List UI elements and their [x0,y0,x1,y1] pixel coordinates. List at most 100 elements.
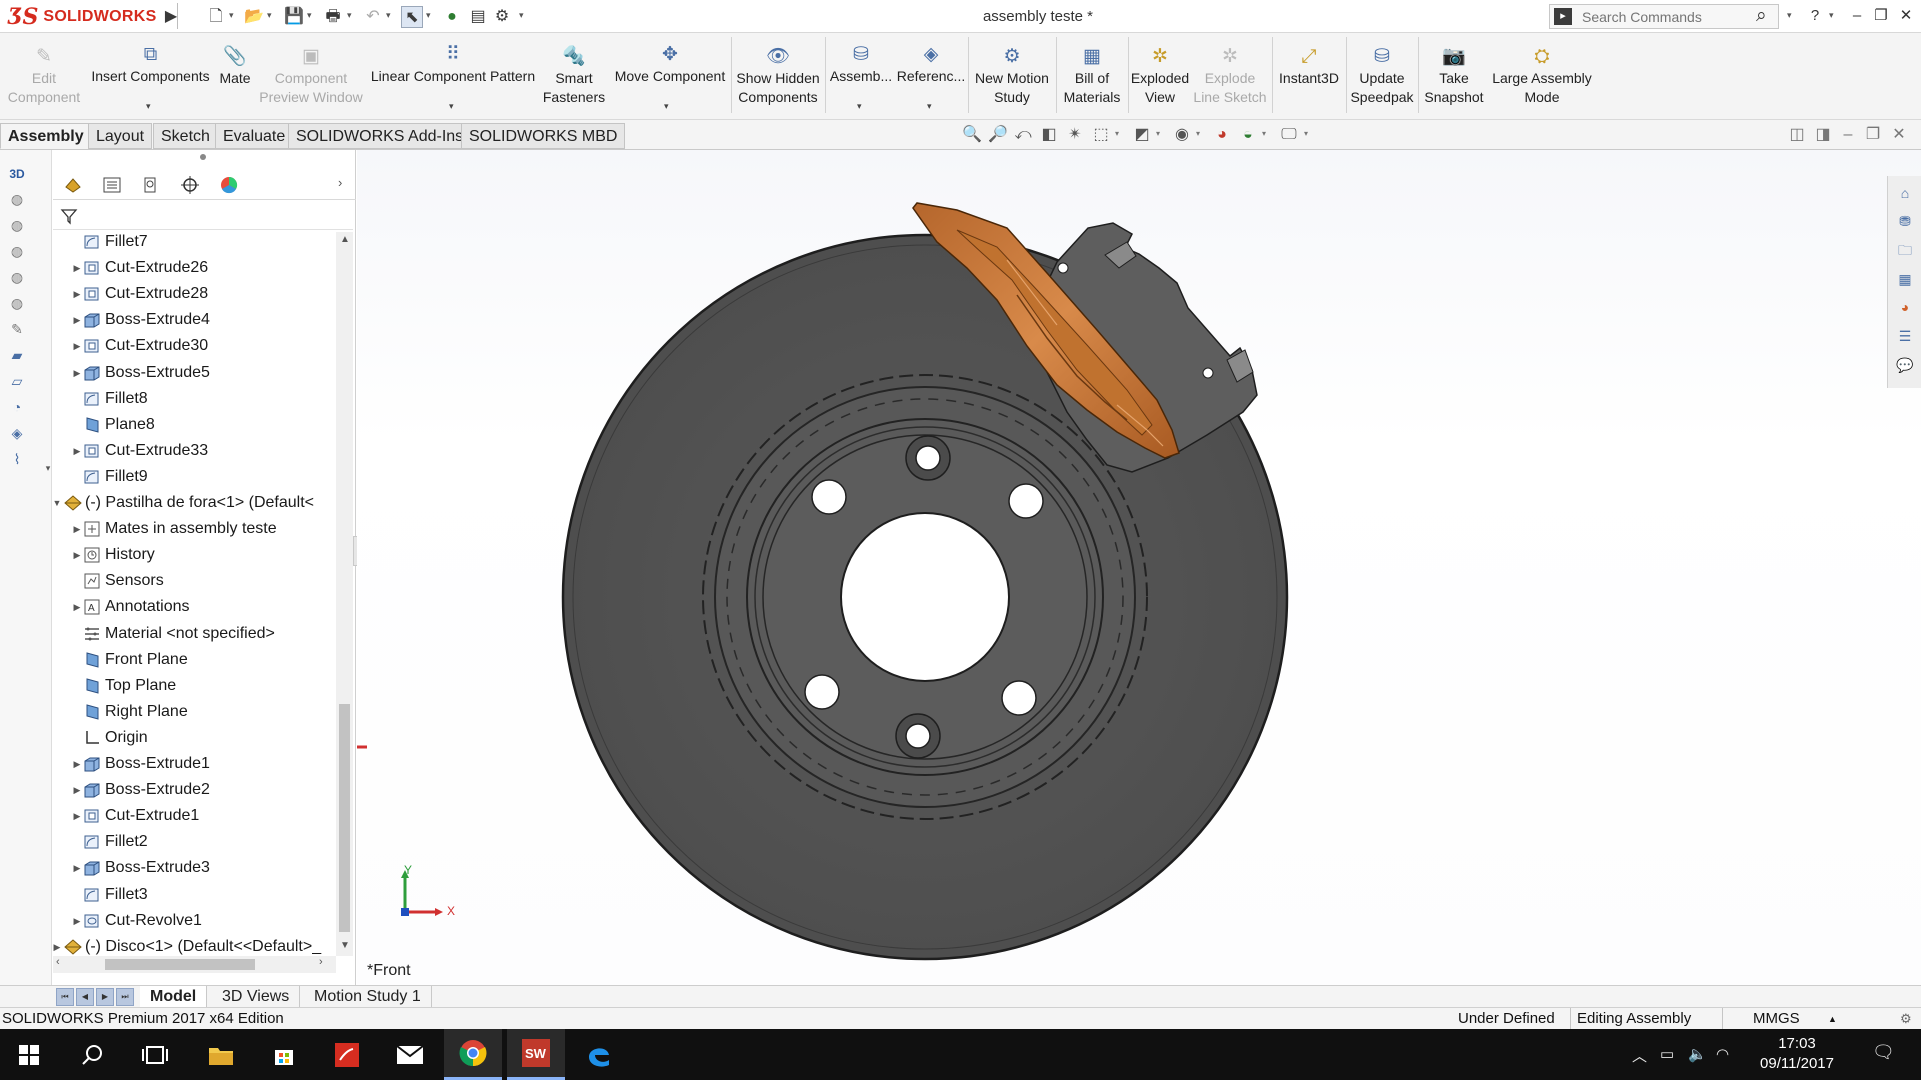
previous-tab-icon[interactable]: ◀ [76,988,94,1006]
minimize-icon[interactable]: – [1846,5,1868,27]
edge-button[interactable] [570,1029,628,1080]
close-icon[interactable]: ✕ [1895,5,1917,27]
chevron-down-icon[interactable]: ▾ [1196,129,1200,138]
restore-icon[interactable]: ❐ [1870,5,1892,27]
search-button[interactable] [63,1029,121,1080]
doc-restore-icon[interactable]: ❐ [1862,124,1884,146]
expand-arrow-icon[interactable]: ▶ [71,341,83,352]
tree-item[interactable]: ▶ Cut-Revolve1 [53,908,333,934]
view-settings-icon[interactable]: 🖵 [1278,124,1300,146]
expand-arrow-icon[interactable]: ▶ [71,916,83,927]
tile-right-icon[interactable]: ◨ [1812,124,1834,146]
expand-arrow-icon[interactable]: ▶ [51,942,63,953]
tree-item[interactable]: ▶ History [53,542,333,568]
explode-line-sketch-button[interactable]: ✲ Explode Line Sketch [1192,35,1268,117]
design-library-icon[interactable]: ⛃ [1895,211,1915,231]
zoom-to-fit-icon[interactable]: 🔍 [961,124,983,146]
battery-icon[interactable]: ▭ [1660,1045,1674,1063]
expand-arrow-icon[interactable]: ▶ [71,759,83,770]
expand-arrow-icon[interactable]: ▶ [71,602,83,613]
doc-minimize-icon[interactable]: – [1837,124,1859,146]
task-view-button[interactable] [126,1029,184,1080]
model-view[interactable] [357,150,1921,985]
scroll-right-icon[interactable]: › [319,956,323,968]
component-preview-window-button[interactable]: ▣ Component Preview Window [258,35,364,117]
show-hidden-components-button[interactable]: 👁 Show Hidden Components [735,35,821,117]
search-icon[interactable]: ⌕ [1756,5,1767,27]
next-tab-icon[interactable]: ▶ [96,988,114,1006]
chrome-button[interactable] [444,1029,502,1080]
tree-item[interactable]: ▶ Cut-Extrude33 [53,438,333,464]
curves-icon[interactable]: ⌇ [7,449,27,469]
dimxpert-manager-tab[interactable] [177,172,203,198]
scroll-up-icon[interactable]: ▲ [340,234,350,245]
wifi-icon[interactable]: ◠ [1716,1045,1729,1063]
tab-solidworks-mbd[interactable]: SOLIDWORKS MBD [461,123,626,149]
tree-item[interactable]: ▶ Boss-Extrude1 [53,751,333,777]
instant3d-icon[interactable]: ◍ [7,189,27,209]
chevron-down-icon[interactable]: ▾ [1787,10,1792,21]
take-snapshot-button[interactable]: 📷 Take Snapshot [1421,35,1487,117]
tree-item[interactable]: ▶ Boss-Extrude4 [53,307,333,333]
cut-extrude-icon[interactable]: ▱ [7,371,27,391]
update-speedpak-button[interactable]: ⛁ Update Speedpak [1349,35,1415,117]
chevron-up-icon[interactable]: ▲ [1828,1008,1837,1030]
edit-appearance-icon[interactable]: ◕ [1211,124,1233,146]
custom-properties-icon[interactable]: ☰ [1895,326,1915,346]
component-icon[interactable]: ◍ [7,241,27,261]
feature-tree-filter[interactable] [53,200,353,230]
expand-arrow-icon[interactable]: ▶ [71,289,83,300]
edit-component-button[interactable]: ✎ Edit Component [4,35,84,117]
show-hidden-icons-icon[interactable]: ︿ [1632,1045,1647,1066]
system-clock[interactable]: 17:03 09/11/2017 [1748,1034,1846,1074]
doc-close-icon[interactable]: ✕ [1888,124,1910,146]
zoom-to-area-icon[interactable]: 🔎 [987,124,1009,146]
component-icon[interactable]: ◍ [7,267,27,287]
tree-vertical-scrollbar[interactable]: ▲ ▼ [336,232,353,956]
axis-triad[interactable] [393,866,453,926]
large-assembly-mode-button[interactable]: ⛭ Large Assembly Mode [1490,35,1594,117]
scrollbar-thumb[interactable] [339,704,350,932]
last-tab-icon[interactable]: ⏭ [116,988,134,1006]
status-bar-settings-icon[interactable]: ⚙ [1900,1008,1912,1030]
display-manager-tab[interactable] [216,172,242,198]
bill-of-materials-button[interactable]: ▦ Bill of Materials [1059,35,1125,117]
chevron-down-icon[interactable]: ▾ [1115,129,1119,138]
dynamic-annotation-icon[interactable]: ✴ [1064,124,1086,146]
tree-item[interactable]: Plane8 [53,412,333,438]
tab-assembly[interactable]: Assembly [0,123,92,149]
fillet-icon[interactable]: ◔ [7,397,27,417]
apply-scene-icon[interactable]: ◒ [1237,124,1259,146]
chevron-down-icon[interactable]: ▾ [664,101,669,112]
property-manager-tab[interactable] [99,172,125,198]
chevron-down-icon[interactable]: ▾ [1156,129,1160,138]
chevron-down-icon[interactable]: ▾ [857,101,862,112]
tree-item[interactable]: ▶ Mates in assembly teste [53,516,333,542]
tab-evaluate[interactable]: Evaluate [215,123,294,149]
expand-arrow-icon[interactable]: ▶ [71,263,83,274]
panel-grip[interactable] [200,154,206,160]
tree-item[interactable]: Fillet9 [53,464,333,490]
scrollbar-thumb[interactable] [105,959,255,970]
tree-item[interactable]: Front Plane [53,647,333,673]
tree-item[interactable]: Fillet2 [53,829,333,855]
component-icon[interactable]: ◍ [7,293,27,313]
tree-item[interactable]: Fillet8 [53,386,333,412]
exploded-view-button[interactable]: ✲ Exploded View [1131,35,1189,117]
tab-sketch[interactable]: Sketch [153,123,218,149]
first-tab-icon[interactable]: ⏮ [56,988,74,1006]
appearances-icon[interactable]: ◕ [1895,297,1915,317]
configuration-manager-tab[interactable] [138,172,164,198]
chevron-down-icon[interactable]: ▾ [1829,10,1834,21]
instant3d-button[interactable]: ⤢ Instant3D [1276,35,1342,117]
tree-item[interactable]: ▶ Boss-Extrude2 [53,777,333,803]
expand-arrow-icon[interactable]: ▶ [71,368,83,379]
tab-solidworks-add-ins[interactable]: SOLIDWORKS Add-Ins [288,123,472,149]
tree-horizontal-scrollbar[interactable]: ‹ › [53,956,336,973]
expand-arrow-icon[interactable]: ▶ [71,863,83,874]
solidworks-button[interactable]: SW [507,1029,565,1080]
new-motion-study-button[interactable]: ⚙ New Motion Study [971,35,1053,117]
tree-item[interactable]: Right Plane [53,699,333,725]
view-palette-icon[interactable]: ▦ [1895,269,1915,289]
tab-layout[interactable]: Layout [88,123,153,149]
